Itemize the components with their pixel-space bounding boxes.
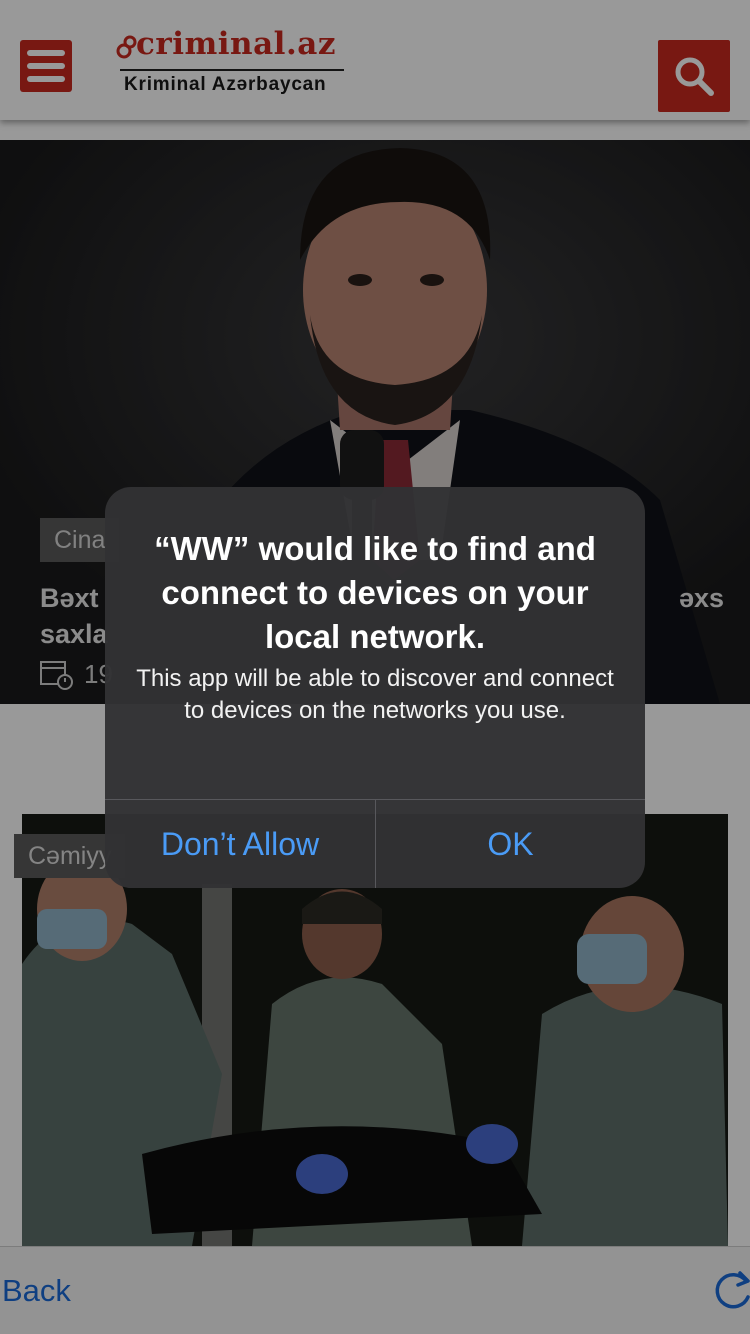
dont-allow-button[interactable]: Don’t Allow — [105, 800, 375, 888]
alert-message: This app will be able to discover and co… — [136, 665, 614, 724]
ok-button[interactable]: OK — [376, 800, 645, 888]
permission-alert: “WW” would like to find and connect to d… — [105, 487, 645, 888]
alert-title: “WW” would like to find and connect to d… — [154, 530, 596, 655]
